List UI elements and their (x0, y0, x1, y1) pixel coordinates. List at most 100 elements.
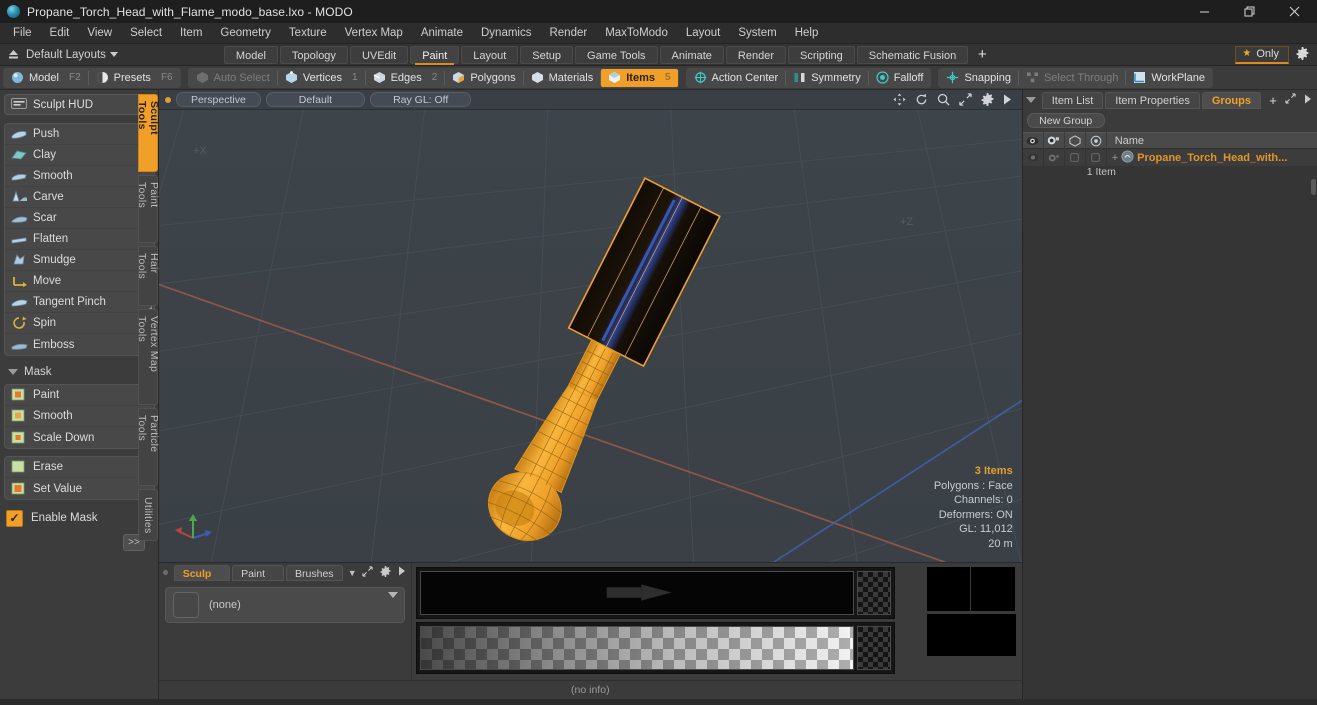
panel-menu-icon[interactable] (1025, 97, 1036, 103)
preview-tile-2[interactable] (970, 567, 1015, 611)
mode-snapping-button[interactable]: Snapping (939, 69, 1018, 87)
tool-scar[interactable]: Scar (5, 208, 154, 229)
zoom-icon[interactable] (937, 93, 950, 106)
vtab-paint-tools[interactable]: Paint Tools (136, 175, 160, 243)
torch-model-wireframe[interactable] (159, 110, 995, 562)
gear-icon[interactable] (1289, 46, 1315, 63)
mask-tool-smooth[interactable]: Smooth (5, 406, 154, 427)
tool-smudge[interactable]: Smudge (5, 250, 154, 271)
mode-presets-button[interactable]: Presets F6 (89, 69, 180, 87)
tab-game-tools[interactable]: Game Tools (575, 45, 658, 64)
mode-action-center-button[interactable]: Action Center (687, 69, 786, 87)
row-wireframe-toggle[interactable] (1065, 149, 1086, 166)
tool-flatten[interactable]: Flatten (5, 229, 154, 250)
tab-layout[interactable]: Layout (461, 45, 519, 64)
3d-viewport[interactable]: +X +Z 3 Items Polygons: Face Channels: … (158, 110, 1022, 562)
preview-tile-1[interactable] (926, 567, 971, 611)
tab-render[interactable]: Render (725, 45, 786, 64)
expand-icon[interactable] (1285, 93, 1296, 107)
group-list-body[interactable]: + Propane_Torch_Head_with... 1 Item (1022, 149, 1317, 699)
sculpt-hud-button[interactable]: Sculpt HUD (4, 94, 155, 115)
add-tab-button[interactable]: + (969, 46, 995, 64)
tool-emboss[interactable]: Emboss (5, 334, 154, 355)
layout-home-icon[interactable] (0, 48, 26, 61)
bottom-panel-menu-dot-icon[interactable] (162, 570, 168, 575)
menu-view[interactable]: View (78, 23, 121, 44)
viewport-view-mode-button[interactable]: Perspective (175, 92, 261, 107)
table-row[interactable]: + Propane_Torch_Head_with... (1022, 149, 1317, 166)
tab-paint-presets[interactable]: Paint ... (232, 564, 285, 596)
tab-model[interactable]: Model (223, 45, 278, 64)
preset-selector[interactable]: (none) (164, 587, 405, 623)
close-button[interactable] (1272, 0, 1317, 23)
vertical-scrollbar[interactable] (1311, 179, 1316, 195)
vtab-sculpt-tools[interactable]: Sculpt Tools (136, 94, 160, 172)
tab-paint[interactable]: Paint (410, 45, 460, 65)
fit-view-icon[interactable] (959, 93, 972, 106)
mask-tool-scale-down[interactable]: Scale Down (5, 427, 154, 448)
chevron-down-icon[interactable] (387, 592, 398, 598)
alpha-swatch-top[interactable] (856, 571, 891, 615)
expand-icon[interactable]: + (1112, 152, 1118, 164)
viewport-menu-dot-icon[interactable] (164, 96, 171, 103)
mask-tool-paint[interactable]: Paint (5, 385, 154, 406)
bottom-gear-icon[interactable] (380, 565, 391, 580)
row-shading-toggle[interactable] (1086, 149, 1107, 166)
tab-uvedit[interactable]: UVEdit (349, 45, 409, 64)
bottom-play-icon[interactable] (398, 566, 406, 579)
wireframe-icon[interactable] (1065, 132, 1086, 149)
tab-schematic-fusion[interactable]: Schematic Fusion (856, 45, 969, 64)
rotate-icon[interactable] (915, 93, 928, 106)
viewport-shading-button[interactable]: Default (265, 92, 366, 107)
only-toggle-button[interactable]: ★ Only (1235, 45, 1289, 64)
viewport-gear-icon[interactable] (981, 93, 994, 106)
tool-smooth[interactable]: Smooth (5, 166, 154, 187)
menu-help[interactable]: Help (786, 23, 828, 44)
checkbox-checked-icon[interactable]: ✓ (6, 509, 23, 527)
menu-texture[interactable]: Texture (280, 23, 336, 44)
vtab-vertex-map-tools[interactable]: Vertex Map Tools (136, 309, 160, 405)
chevron-down-icon[interactable]: ▼ (345, 568, 360, 578)
mode-polygons-button[interactable]: Polygons (445, 69, 522, 87)
mode-workplane-button[interactable]: WorkPlane (1126, 69, 1212, 87)
mode-model-button[interactable]: Model F2 (4, 69, 88, 87)
mode-items-button[interactable]: Items 5 (601, 68, 678, 87)
menu-edit[interactable]: Edit (41, 23, 79, 44)
mode-auto-select-button[interactable]: Auto Select (189, 69, 277, 87)
tab-item-properties[interactable]: Item Properties (1105, 91, 1200, 109)
mode-vertices-button[interactable]: Vertices 1 (278, 69, 365, 87)
menu-geometry[interactable]: Geometry (211, 23, 280, 44)
tab-sculpt-presets[interactable]: Sculp ... (173, 564, 231, 596)
tool-clay[interactable]: Clay (5, 145, 154, 166)
mask-section-header[interactable]: Mask (4, 363, 155, 381)
tab-animate[interactable]: Animate (659, 45, 724, 64)
menu-animate[interactable]: Animate (412, 23, 472, 44)
render-icon[interactable] (1044, 132, 1065, 149)
mode-select-through-button[interactable]: Select Through (1019, 69, 1125, 87)
tab-topology[interactable]: Topology (279, 45, 348, 64)
alpha-swatch-bottom[interactable] (856, 626, 891, 670)
tab-scripting[interactable]: Scripting (787, 45, 855, 64)
menu-file[interactable]: File (4, 23, 41, 44)
mask-tool-set-value[interactable]: Set Value (5, 478, 154, 499)
menu-system[interactable]: System (729, 23, 785, 44)
default-layouts-label[interactable]: Default Layouts (26, 49, 123, 61)
tool-tangent-pinch[interactable]: Tangent Pinch (5, 292, 154, 313)
tool-move[interactable]: Move (5, 271, 154, 292)
tool-spin[interactable]: Spin (5, 313, 154, 334)
axis-gizmo-icon[interactable] (173, 510, 217, 550)
playback-icon[interactable] (1003, 94, 1012, 105)
grayscale-gradient[interactable] (419, 626, 854, 670)
tool-carve[interactable]: Carve (5, 187, 154, 208)
visibility-eye-icon[interactable] (1023, 132, 1044, 149)
minimize-button[interactable] (1182, 0, 1227, 23)
tab-brushes[interactable]: Brushes (286, 564, 343, 581)
viewport-raygl-button[interactable]: Ray GL: Off (370, 92, 472, 107)
tool-push[interactable]: Push (5, 124, 154, 145)
add-panel-tab-button[interactable]: + (1263, 93, 1283, 108)
menu-render[interactable]: Render (540, 23, 596, 44)
menu-select[interactable]: Select (121, 23, 171, 44)
new-group-button[interactable]: New Group (1026, 113, 1105, 128)
panel-play-icon[interactable] (1304, 94, 1312, 107)
group-item-name-cell[interactable]: + Propane_Torch_Head_with... (1107, 149, 1317, 166)
